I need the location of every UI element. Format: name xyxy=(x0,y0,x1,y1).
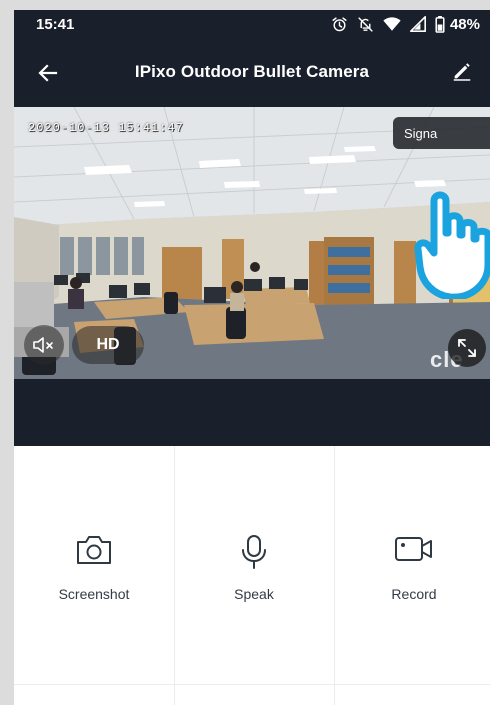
video-camera-icon xyxy=(395,537,432,561)
video-bottom-bar xyxy=(14,379,490,446)
record-label: Record xyxy=(391,586,437,602)
hand-pointer-icon xyxy=(414,191,490,299)
signal-indicator: Signa xyxy=(393,117,490,149)
status-time: 15:41 xyxy=(36,15,75,33)
video-timestamp: 2020-10-13 15:41:47 xyxy=(28,121,184,135)
status-icons: 48% xyxy=(331,15,480,33)
page-title: IPixo Outdoor Bullet Camera xyxy=(134,62,370,81)
quality-toggle-button[interactable]: HD xyxy=(72,326,144,364)
speak-label: Speak xyxy=(234,586,274,602)
alarm-icon xyxy=(332,16,347,31)
fullscreen-icon xyxy=(458,339,476,357)
mute-button[interactable] xyxy=(24,325,64,365)
screenshot-label: Screenshot xyxy=(58,586,130,602)
app-bar: IPixo Outdoor Bullet Camera xyxy=(14,38,490,107)
battery-icon xyxy=(435,15,445,33)
camera-icon xyxy=(77,536,111,564)
notifications-off-icon xyxy=(358,16,373,32)
pencil-icon xyxy=(453,63,471,81)
signal-icon xyxy=(409,16,426,32)
battery-percentage: 48% xyxy=(449,15,480,33)
record-button[interactable]: Record xyxy=(334,446,490,684)
speaker-muted-icon xyxy=(33,337,53,353)
speak-button[interactable]: Speak xyxy=(174,446,334,684)
status-bar: 15:41 48% xyxy=(14,10,490,38)
microphone-icon xyxy=(242,535,266,569)
camera-controls-panel: Screenshot Speak Record xyxy=(14,446,490,705)
wifi-icon xyxy=(383,17,401,31)
camera-video-feed[interactable]: 2020-10-13 15:41:47 Signa cle HD xyxy=(14,107,490,379)
fullscreen-button[interactable] xyxy=(448,329,486,367)
edit-button[interactable] xyxy=(451,60,475,84)
phone-screen: 15:41 48% IPixo Outdoor Bullet Camera 20… xyxy=(14,10,490,705)
screenshot-button[interactable]: Screenshot xyxy=(14,446,174,684)
row-divider xyxy=(14,684,490,685)
